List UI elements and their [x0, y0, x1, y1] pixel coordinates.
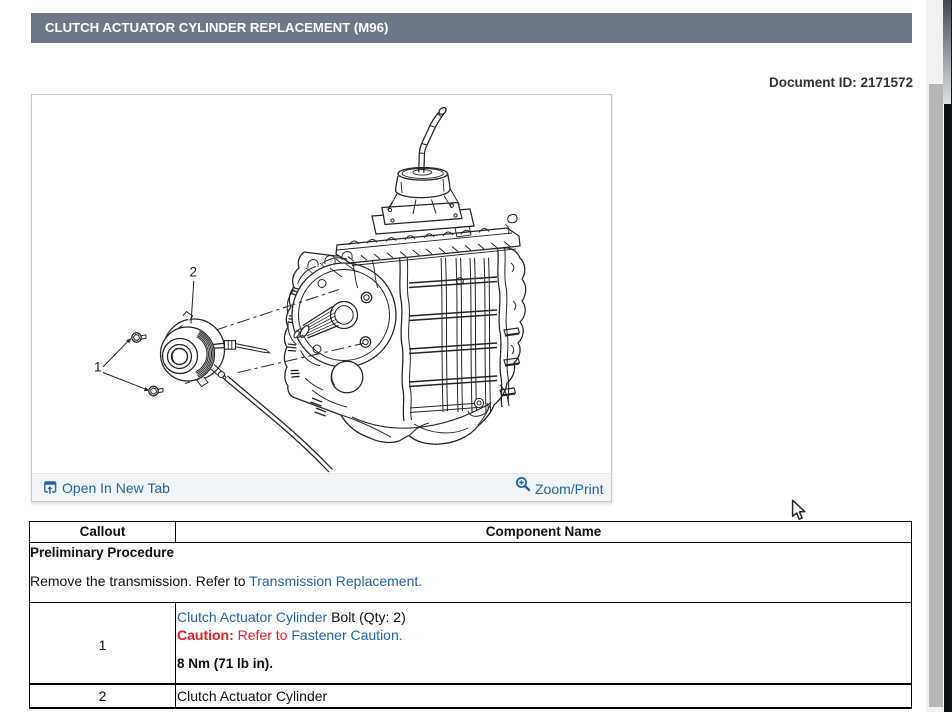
- svg-text:2: 2: [190, 265, 198, 280]
- svg-text:1: 1: [94, 360, 102, 375]
